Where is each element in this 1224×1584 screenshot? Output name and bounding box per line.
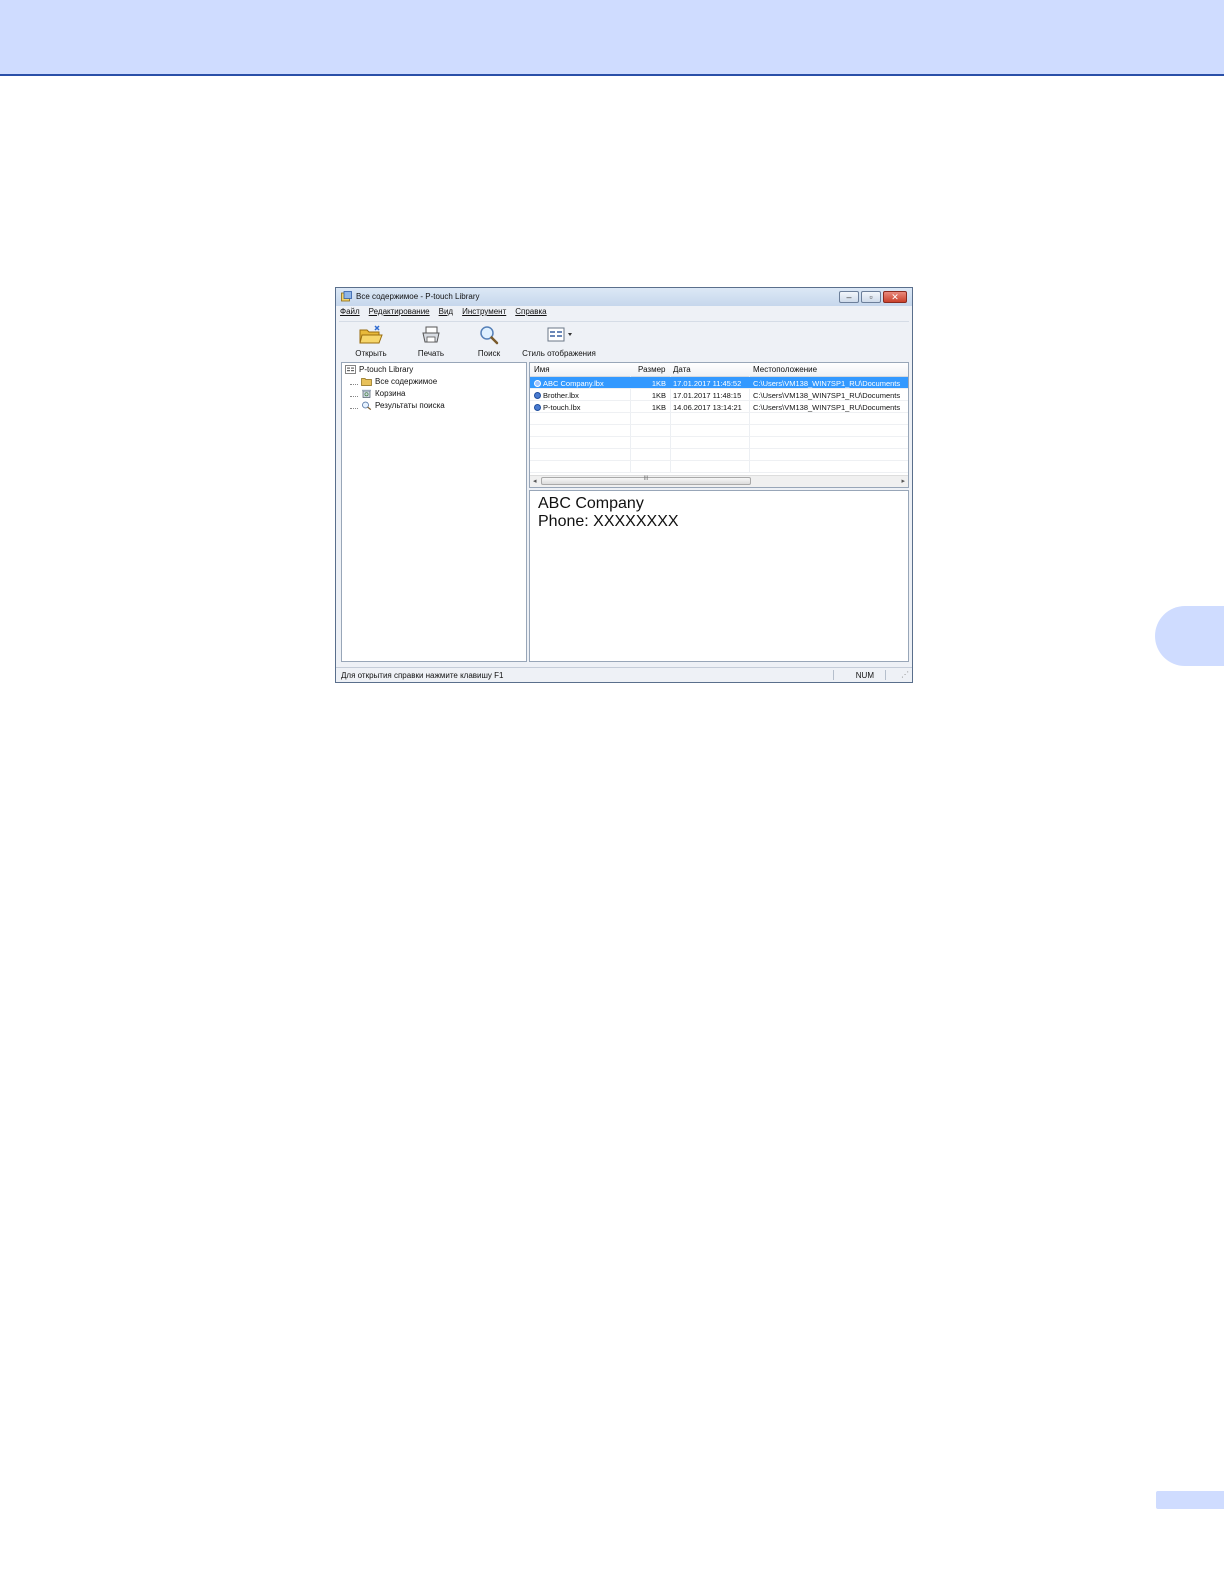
maximize-button[interactable]: ▫ (861, 291, 881, 303)
close-button[interactable]: ✕ (883, 291, 907, 303)
scroll-left-icon[interactable]: ◂ (533, 476, 537, 487)
tree-item-recycle-bin[interactable]: Корзина (350, 388, 405, 399)
table-row[interactable]: ABC Company.lbx 1KB 17.01.2017 11:45:52 … (530, 377, 908, 389)
file-size: 1KB (651, 403, 666, 412)
list-header: Имя Размер Дата Местоположение (530, 363, 908, 377)
status-bar: Для открытия справки нажмите клавишу F1 … (336, 667, 912, 682)
file-name: ABC Company.lbx (543, 379, 604, 388)
file-location: C:\Users\VM138_WIN7SP1_RU\Documents (753, 403, 901, 412)
status-text: Для открытия справки нажмите клавишу F1 (341, 671, 504, 680)
p-touch-library-window: Все содержимое - P-touch Library – ▫ ✕ Ф… (335, 287, 913, 683)
library-tree-pane: P-touch Library Все содержимое Корзина Р… (341, 362, 527, 662)
tree-root-p-touch-library[interactable]: P-touch Library (345, 364, 413, 375)
library-root-icon (345, 365, 356, 374)
preview-line-phone: Phone: XXXXXXXX (538, 513, 679, 530)
scroll-right-icon[interactable]: ▸ (901, 476, 905, 487)
page-number-tab (1156, 1491, 1224, 1509)
menu-file[interactable]: Файл (340, 307, 360, 319)
label-preview-pane: ABC Company Phone: XXXXXXXX (529, 490, 909, 662)
p-touch-library-app-icon (341, 291, 352, 302)
file-list-pane: Имя Размер Дата Местоположение ABC Compa… (529, 362, 909, 488)
print-button[interactable]: Печать (413, 324, 449, 358)
empty-row (530, 425, 908, 437)
search-results-icon (362, 401, 372, 410)
file-name: P-touch.lbx (543, 403, 581, 412)
horizontal-scrollbar[interactable]: ◂ III ▸ (530, 475, 908, 487)
chapter-side-tab (1155, 606, 1224, 666)
lbx-file-icon (534, 380, 541, 387)
tree-item-label: Корзина (375, 389, 406, 398)
lbx-file-icon (534, 392, 541, 399)
search-label: Поиск (477, 349, 501, 358)
empty-row (530, 449, 908, 461)
menu-tools[interactable]: Инструмент (462, 307, 506, 319)
file-location: C:\Users\VM138_WIN7SP1_RU\Documents (753, 391, 901, 400)
preview-line-company: ABC Company (538, 495, 644, 512)
magnifier-search-icon (480, 326, 499, 345)
toolbar: Открыть Печать Поиск Стиль отображения (339, 321, 909, 362)
all-contents-folder-icon (361, 378, 372, 386)
menu-help[interactable]: Справка (515, 307, 546, 319)
lbx-file-icon (534, 404, 541, 411)
tree-item-label: Все содержимое (375, 377, 438, 386)
column-name-header[interactable]: Имя (534, 365, 550, 374)
empty-row (530, 461, 908, 473)
column-date-header[interactable]: Дата (673, 365, 691, 374)
scroll-grip: III (643, 476, 649, 482)
resize-grip-icon[interactable]: ⋰ (901, 670, 909, 679)
file-size: 1KB (651, 391, 666, 400)
page-header-band (0, 0, 1224, 76)
tree-item-search-results[interactable]: Результаты поиска (350, 400, 445, 411)
view-style-label: Стиль отображения (522, 349, 596, 358)
menu-bar: Файл Редактирование Вид Инструмент Справ… (340, 307, 547, 319)
tree-item-all-contents[interactable]: Все содержимое (350, 376, 437, 387)
num-lock-indicator: NUM (855, 671, 874, 680)
close-icon: ✕ (891, 292, 899, 302)
view-style-button[interactable]: Стиль отображения (519, 324, 599, 358)
printer-icon (422, 326, 440, 343)
open-folder-icon (359, 325, 383, 344)
file-location: C:\Users\VM138_WIN7SP1_RU\Documents (753, 379, 901, 388)
file-name: Brother.lbx (543, 391, 579, 400)
column-size-header[interactable]: Размер (638, 365, 666, 374)
table-row[interactable]: Brother.lbx 1KB 17.01.2017 11:48:15 C:\U… (530, 389, 908, 401)
menu-view[interactable]: Вид (439, 307, 453, 319)
open-label: Открыть (355, 349, 387, 358)
menu-edit[interactable]: Редактирование (369, 307, 430, 319)
recycle-bin-icon (362, 389, 371, 398)
restore-icon: ▫ (869, 292, 873, 302)
view-style-icon (547, 327, 572, 342)
title-bar[interactable]: Все содержимое - P-touch Library – ▫ ✕ (336, 288, 912, 306)
file-date: 14.06.2017 13:14:21 (673, 403, 742, 412)
empty-row (530, 413, 908, 425)
table-row[interactable]: P-touch.lbx 1KB 14.06.2017 13:14:21 C:\U… (530, 401, 908, 413)
tree-root-label: P-touch Library (359, 365, 414, 374)
minimize-button[interactable]: – (839, 291, 859, 303)
open-button[interactable]: Открыть (351, 324, 391, 358)
column-location-header[interactable]: Местоположение (753, 365, 817, 374)
empty-row (530, 437, 908, 449)
print-label: Печать (417, 349, 445, 358)
scrollbar-thumb[interactable]: III (541, 476, 751, 485)
minimize-icon: – (846, 292, 852, 302)
file-size: 1KB (651, 379, 666, 388)
file-date: 17.01.2017 11:48:15 (673, 391, 742, 400)
window-title: Все содержимое - P-touch Library (356, 292, 480, 301)
tree-item-label: Результаты поиска (375, 401, 445, 410)
search-button[interactable]: Поиск (473, 324, 505, 358)
window-controls: – ▫ ✕ (839, 291, 907, 303)
file-date: 17.01.2017 11:45:52 (673, 379, 742, 388)
